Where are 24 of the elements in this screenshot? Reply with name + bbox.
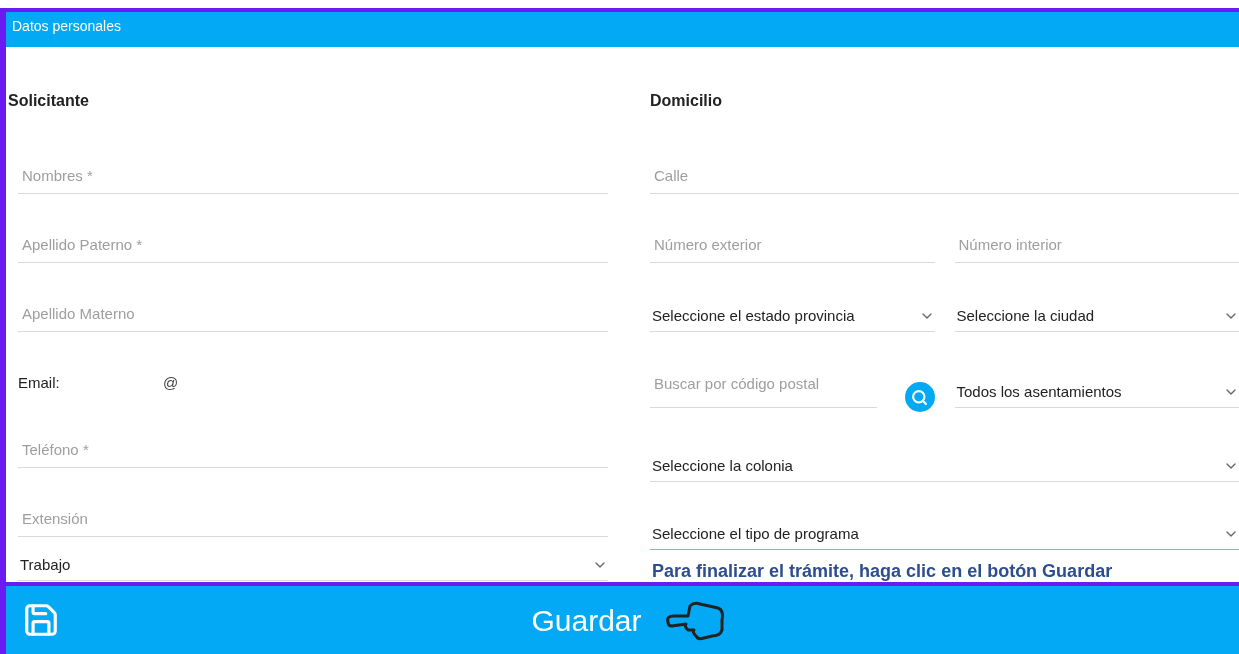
select-dropdown[interactable]: Seleccione el tipo de programa bbox=[650, 522, 1239, 550]
text-field[interactable]: Número interior bbox=[954, 233, 1239, 263]
search-icon bbox=[911, 388, 929, 406]
section-title: Datos personales bbox=[12, 17, 121, 36]
field-label: Email: bbox=[18, 372, 61, 393]
postal-code-field[interactable]: Buscar por código postal bbox=[650, 372, 878, 408]
select-dropdown[interactable]: Todos los asentamientos bbox=[954, 380, 1239, 408]
section-heading: Domicilio bbox=[650, 91, 722, 111]
select-dropdown[interactable]: Seleccione la ciudad bbox=[954, 304, 1239, 332]
section-heading: Solicitante bbox=[8, 91, 89, 111]
text-field[interactable]: Nombres * bbox=[18, 164, 608, 194]
text-field[interactable]: Número exterior bbox=[650, 233, 935, 263]
text-field[interactable]: Teléfono * bbox=[18, 438, 608, 468]
search-button[interactable] bbox=[905, 382, 935, 412]
text-field[interactable]: Apellido Paterno * bbox=[18, 233, 608, 263]
select-dropdown[interactable]: Trabajo bbox=[18, 553, 608, 581]
text-field[interactable]: Apellido Materno bbox=[18, 302, 608, 332]
text-field[interactable]: Calle bbox=[650, 164, 1239, 194]
text-field[interactable]: Extensión bbox=[18, 507, 608, 537]
select-dropdown[interactable]: Seleccione el estado provincia bbox=[650, 304, 935, 332]
at-sign: @ bbox=[163, 372, 179, 393]
save-icon[interactable] bbox=[22, 601, 60, 639]
instruction-text: Para finalizar el trámite, haga clic en el botón Guardar bbox=[651, 560, 1114, 583]
select-dropdown[interactable]: Seleccione la colonia bbox=[650, 454, 1239, 482]
